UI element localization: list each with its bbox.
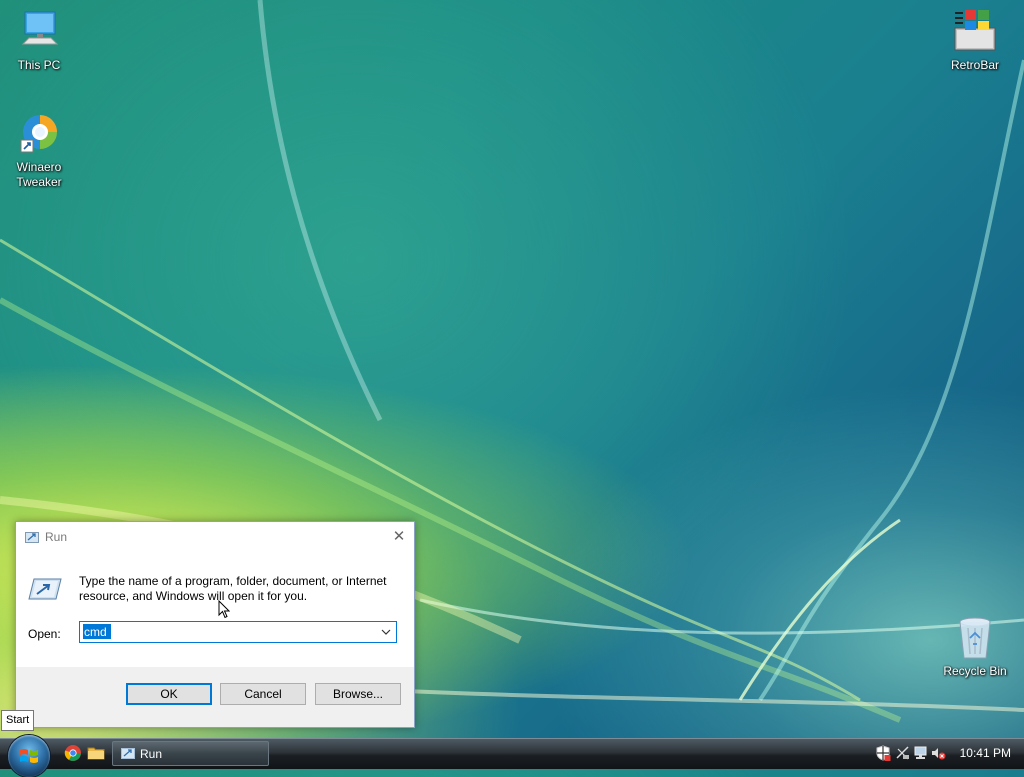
open-combobox[interactable] bbox=[79, 621, 397, 643]
clock[interactable]: 10:41 PM bbox=[960, 746, 1011, 760]
winaero-tweaker-icon bbox=[15, 110, 63, 158]
chevron-down-icon[interactable] bbox=[380, 626, 392, 638]
system-tray: 10:41 PM bbox=[872, 739, 1024, 768]
close-button[interactable]: ✕ bbox=[384, 522, 414, 552]
mouse-cursor-icon bbox=[218, 600, 230, 619]
security-shield-icon[interactable] bbox=[875, 745, 891, 761]
cancel-button[interactable]: Cancel bbox=[220, 683, 306, 705]
volume-muted-icon[interactable] bbox=[930, 745, 946, 761]
network-disconnected-icon[interactable] bbox=[895, 745, 911, 761]
open-label: Open: bbox=[28, 627, 61, 641]
run-icon bbox=[25, 531, 39, 543]
desktop-icon-retrobar[interactable]: RetroBar bbox=[940, 8, 1010, 73]
run-icon bbox=[121, 747, 135, 759]
browse-button[interactable]: Browse... bbox=[315, 683, 401, 705]
recycle-bin-icon bbox=[951, 614, 999, 662]
display-network-icon[interactable] bbox=[913, 745, 929, 761]
chrome-icon[interactable] bbox=[64, 744, 82, 762]
taskbar: Run 10:41 PM bbox=[0, 735, 1024, 777]
file-explorer-icon[interactable] bbox=[87, 744, 105, 762]
desktop-icon-this-pc[interactable]: This PC bbox=[4, 8, 74, 73]
this-pc-icon bbox=[15, 8, 63, 56]
open-input[interactable] bbox=[83, 624, 111, 639]
desktop-icon-label: This PC bbox=[17, 58, 61, 72]
start-tooltip: Start bbox=[1, 710, 35, 731]
run-program-icon bbox=[28, 577, 62, 601]
run-dialog-titlebar[interactable]: Run ✕ bbox=[16, 522, 414, 552]
taskbar-button-run[interactable]: Run bbox=[112, 741, 269, 766]
desktop-icon-label: RetroBar bbox=[950, 58, 1000, 72]
start-button[interactable] bbox=[8, 735, 50, 777]
run-dialog-title: Run bbox=[45, 530, 68, 544]
run-dialog: Run ✕ Type the name of a program, folder… bbox=[15, 521, 415, 728]
ok-button[interactable]: OK bbox=[126, 683, 212, 705]
retrobar-icon bbox=[951, 8, 999, 56]
desktop-icon-label: Winaero Tweaker bbox=[16, 160, 62, 189]
taskbar-button-label: Run bbox=[140, 747, 163, 761]
run-dialog-description: Type the name of a program, folder, docu… bbox=[79, 574, 387, 603]
windows-logo-icon bbox=[20, 749, 38, 763]
run-dialog-button-bar: OK Cancel Browse... bbox=[16, 667, 414, 727]
desktop-icon-label: Recycle Bin bbox=[943, 664, 1007, 678]
desktop-icon-recycle-bin[interactable]: Recycle Bin bbox=[940, 614, 1010, 679]
close-icon: ✕ bbox=[392, 528, 406, 545]
desktop-icon-winaero-tweaker[interactable]: Winaero Tweaker bbox=[4, 110, 74, 190]
